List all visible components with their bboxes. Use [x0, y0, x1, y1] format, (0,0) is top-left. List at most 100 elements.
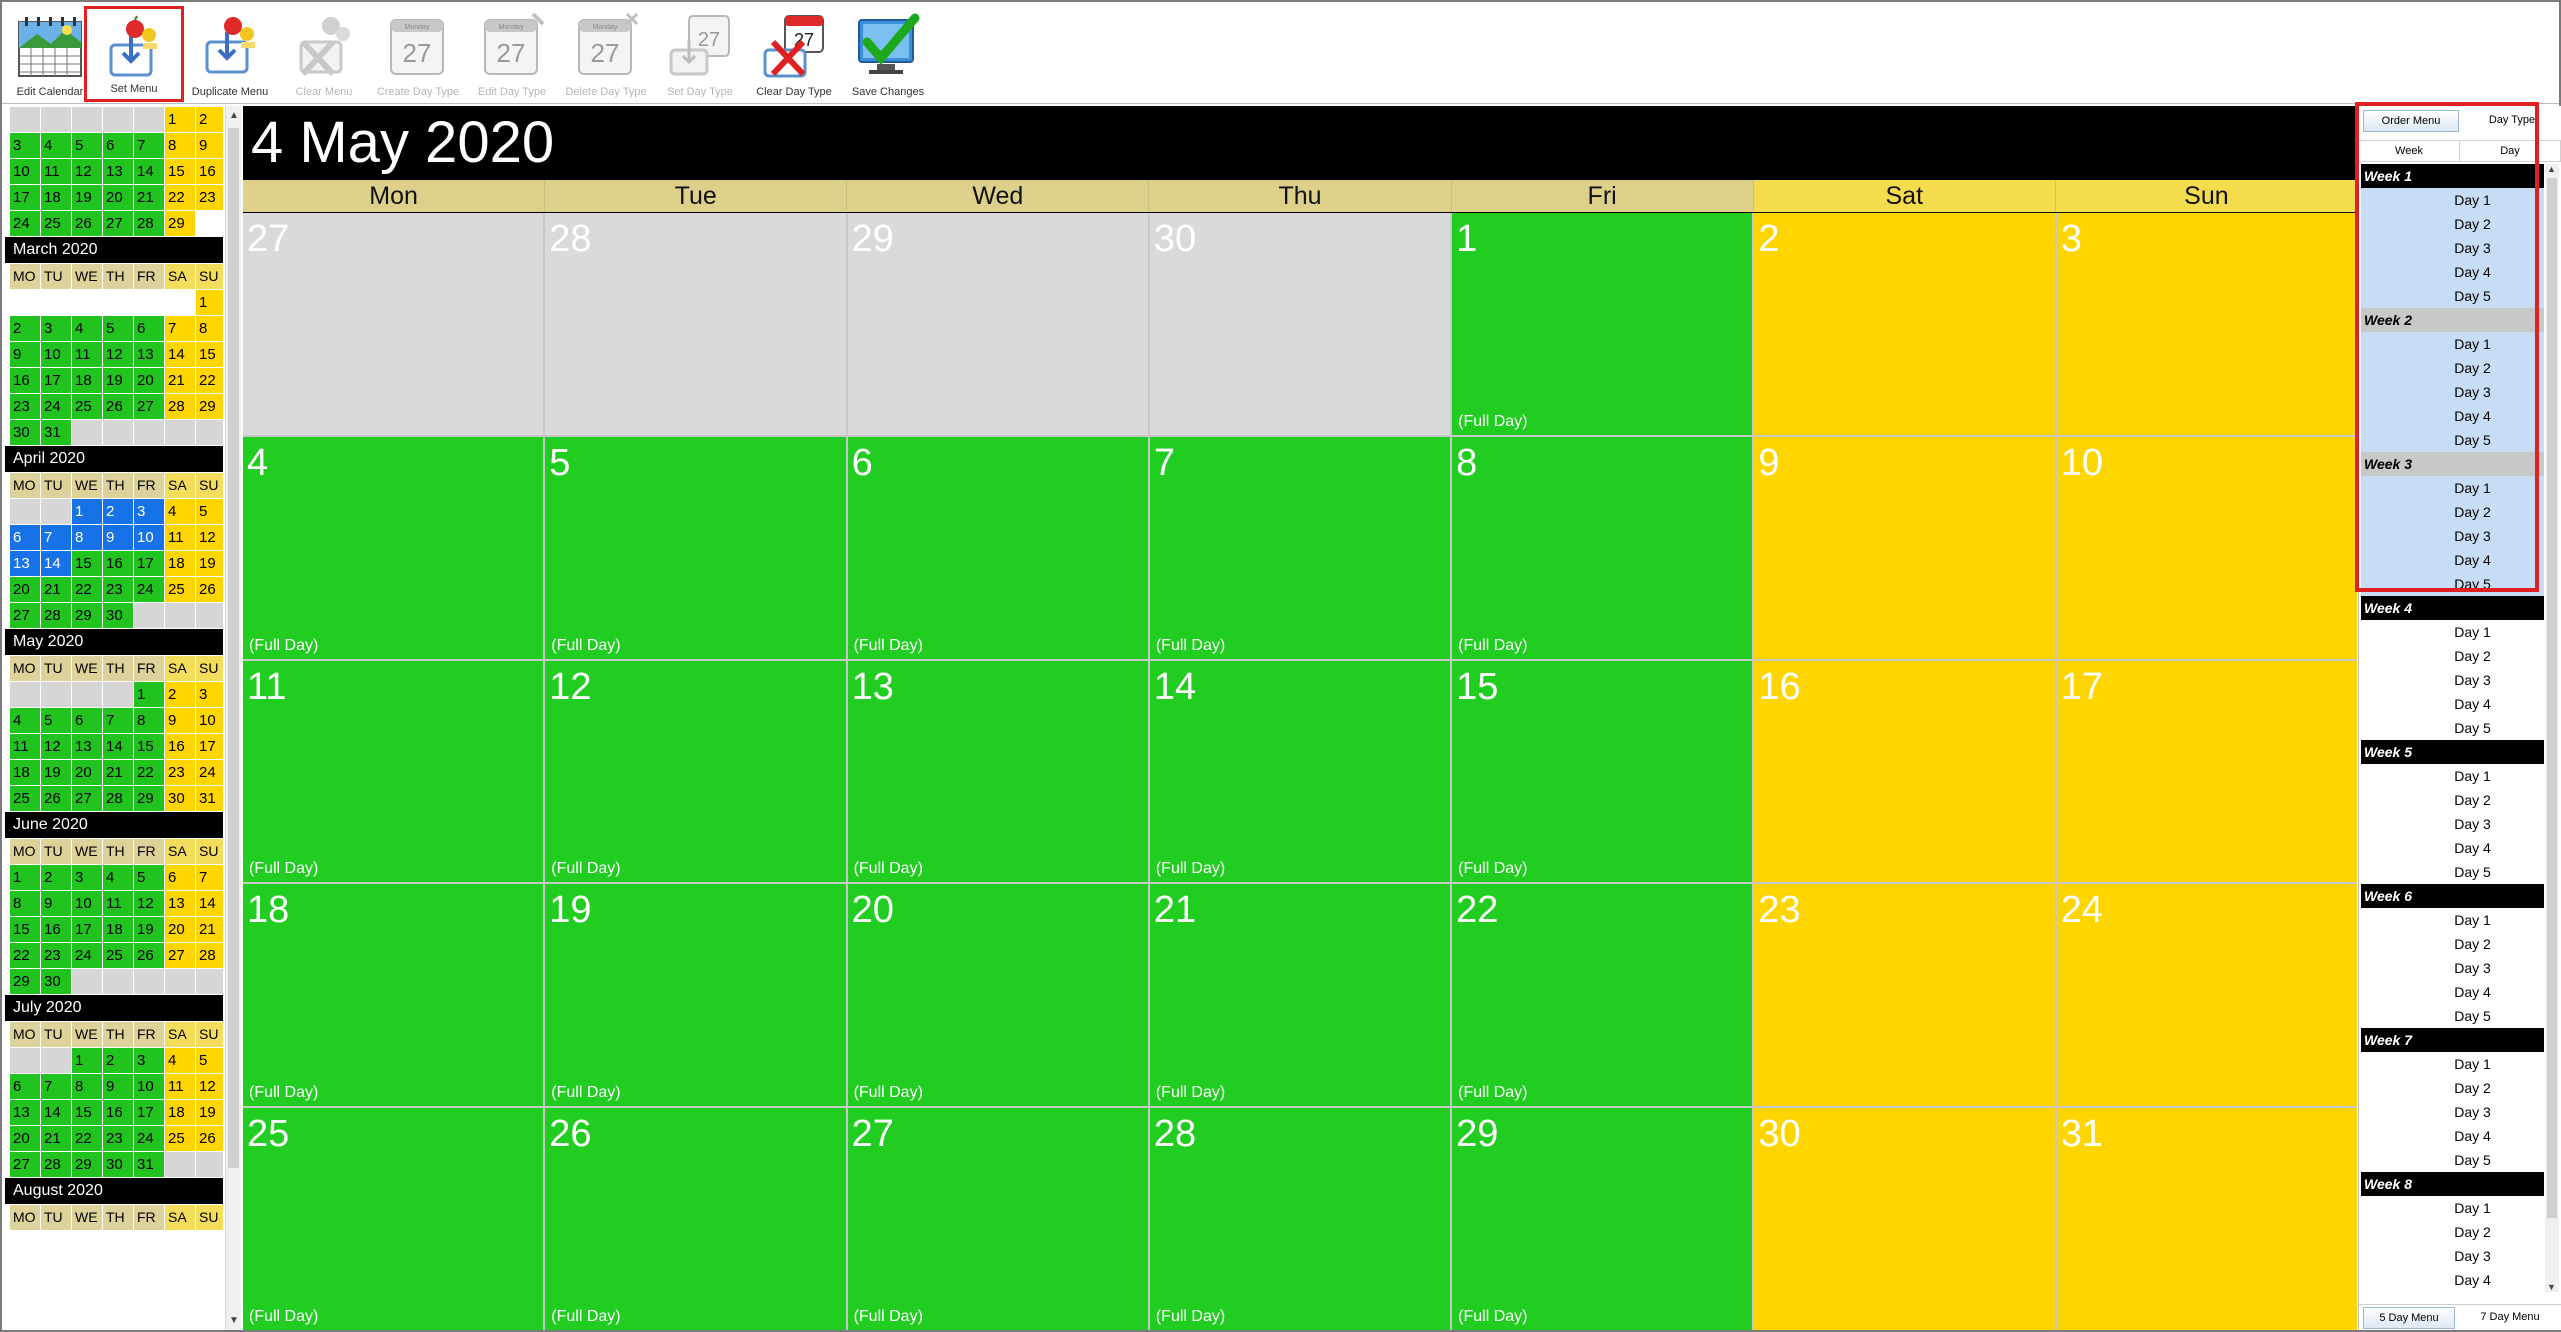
mini-day-cell[interactable]: 30: [41, 969, 71, 994]
mini-day-cell[interactable]: 24: [72, 943, 102, 968]
week-day-item[interactable]: Day 4: [2361, 1268, 2544, 1292]
calendar-day-cell[interactable]: 27 (Full Day): [847, 1108, 1148, 1330]
week-day-item[interactable]: Day 2: [2361, 644, 2544, 668]
mini-day-cell[interactable]: 25: [165, 1126, 195, 1151]
mini-day-cell[interactable]: 10: [41, 342, 71, 367]
mini-day-cell[interactable]: 8: [165, 133, 195, 158]
calendar-day-cell[interactable]: 29 (Full Day): [1452, 1108, 1753, 1330]
week-day-item[interactable]: Day 3: [2361, 236, 2544, 260]
mini-day-cell[interactable]: 7: [196, 865, 223, 890]
calendar-day-cell[interactable]: 9: [1754, 436, 2055, 659]
mini-day-cell[interactable]: 6: [165, 865, 195, 890]
mini-day-cell[interactable]: 22: [134, 760, 164, 785]
calendar-day-cell[interactable]: 4 (Full Day): [243, 436, 544, 659]
mini-day-cell[interactable]: 31: [41, 420, 71, 445]
mini-day-cell[interactable]: 13: [165, 891, 195, 916]
mini-day-cell[interactable]: 8: [72, 1074, 102, 1099]
mini-day-cell[interactable]: 28: [41, 603, 71, 628]
mini-day-cell[interactable]: 3: [134, 499, 164, 524]
mini-day-cell[interactable]: 16: [165, 734, 195, 759]
mini-day-cell[interactable]: 2: [41, 865, 71, 890]
tab-order-menu[interactable]: Order Menu: [2363, 110, 2459, 132]
mini-day-cell[interactable]: 24: [10, 211, 40, 236]
mini-day-cell[interactable]: 30: [103, 1152, 133, 1177]
column-week[interactable]: Week: [2359, 141, 2460, 161]
mini-day-cell[interactable]: 2: [196, 107, 223, 132]
mini-day-cell[interactable]: 31: [196, 786, 223, 811]
week-header[interactable]: Week 5: [2361, 740, 2544, 764]
mini-day-cell[interactable]: 18: [165, 551, 195, 576]
calendar-day-cell[interactable]: 17: [2056, 660, 2357, 883]
calendar-day-cell[interactable]: 18 (Full Day): [243, 884, 544, 1107]
mini-day-cell[interactable]: 27: [103, 211, 133, 236]
mini-day-cell[interactable]: 31: [134, 1152, 164, 1177]
mini-day-cell[interactable]: 29: [196, 394, 223, 419]
mini-day-cell[interactable]: 30: [10, 420, 40, 445]
mini-day-cell[interactable]: 5: [41, 708, 71, 733]
mini-day-cell[interactable]: 9: [103, 525, 133, 550]
calendar-day-cell[interactable]: 24: [2056, 884, 2357, 1107]
mini-day-cell[interactable]: 28: [165, 394, 195, 419]
mini-day-cell[interactable]: 10: [134, 1074, 164, 1099]
mini-day-cell[interactable]: 13: [103, 159, 133, 184]
mini-day-cell[interactable]: 22: [196, 368, 223, 393]
mini-day-cell[interactable]: 26: [41, 786, 71, 811]
mini-day-cell[interactable]: 21: [134, 185, 164, 210]
week-day-item[interactable]: Day 5: [2361, 1148, 2544, 1172]
mini-day-cell[interactable]: 11: [72, 342, 102, 367]
calendar-day-cell[interactable]: 25 (Full Day): [243, 1108, 544, 1330]
mini-day-cell[interactable]: 18: [41, 185, 71, 210]
mini-day-cell[interactable]: 17: [72, 917, 102, 942]
scroll-down-icon[interactable]: ▼: [229, 1315, 239, 1326]
mini-day-cell[interactable]: 9: [165, 708, 195, 733]
mini-day-cell[interactable]: 20: [134, 368, 164, 393]
week-day-item[interactable]: Day 3: [2361, 524, 2544, 548]
mini-day-cell[interactable]: 1: [134, 682, 164, 707]
calendar-day-cell[interactable]: 5 (Full Day): [545, 436, 846, 659]
mini-day-cell[interactable]: 26: [196, 1126, 223, 1151]
mini-day-cell[interactable]: 13: [72, 734, 102, 759]
mini-day-cell[interactable]: 16: [41, 917, 71, 942]
mini-day-cell[interactable]: 7: [103, 708, 133, 733]
mini-day-cell[interactable]: 27: [134, 394, 164, 419]
mini-day-cell[interactable]: 29: [165, 211, 195, 236]
week-day-item[interactable]: Day 2: [2361, 500, 2544, 524]
scroll-up-icon[interactable]: ▲: [229, 110, 239, 121]
week-day-item[interactable]: Day 1: [2361, 908, 2544, 932]
mini-day-cell[interactable]: 17: [134, 1100, 164, 1125]
mini-day-cell[interactable]: 9: [103, 1074, 133, 1099]
mini-day-cell[interactable]: 6: [103, 133, 133, 158]
mini-day-cell[interactable]: 4: [10, 708, 40, 733]
column-day[interactable]: Day: [2460, 141, 2561, 161]
calendar-day-cell[interactable]: 2: [1754, 213, 2055, 435]
mini-day-cell[interactable]: 14: [134, 159, 164, 184]
mini-day-cell[interactable]: 26: [72, 211, 102, 236]
mini-day-cell[interactable]: 14: [165, 342, 195, 367]
calendar-day-cell[interactable]: 22 (Full Day): [1452, 884, 1753, 1107]
mini-day-cell[interactable]: 22: [10, 943, 40, 968]
mini-day-cell[interactable]: 16: [103, 551, 133, 576]
mini-day-cell[interactable]: 22: [165, 185, 195, 210]
clear-day-type-button[interactable]: 27 Clear Day Type: [748, 6, 840, 102]
week-day-item[interactable]: Day 5: [2361, 860, 2544, 884]
mini-day-cell[interactable]: 6: [10, 525, 40, 550]
clear-menu-button[interactable]: Clear Menu: [278, 6, 370, 102]
mini-day-cell[interactable]: 21: [103, 760, 133, 785]
mini-day-cell[interactable]: 2: [103, 499, 133, 524]
mini-calendar-scrollbar[interactable]: ▲ ▼: [225, 106, 241, 1330]
mini-day-cell[interactable]: 24: [41, 394, 71, 419]
week-day-item[interactable]: Day 5: [2361, 428, 2544, 452]
week-day-item[interactable]: Day 3: [2361, 1100, 2544, 1124]
mini-day-cell[interactable]: 6: [134, 316, 164, 341]
mini-day-cell[interactable]: 11: [165, 525, 195, 550]
calendar-day-cell[interactable]: 23: [1754, 884, 2055, 1107]
mini-day-cell[interactable]: 3: [10, 133, 40, 158]
mini-day-cell[interactable]: 29: [10, 969, 40, 994]
week-day-item[interactable]: Day 1: [2361, 1196, 2544, 1220]
mini-day-cell[interactable]: 13: [10, 1100, 40, 1125]
mini-day-cell[interactable]: 30: [165, 786, 195, 811]
mini-day-cell[interactable]: 29: [72, 603, 102, 628]
mini-day-cell[interactable]: 15: [134, 734, 164, 759]
calendar-day-cell[interactable]: 1 (Full Day): [1452, 213, 1753, 435]
mini-day-cell[interactable]: 3: [196, 682, 223, 707]
